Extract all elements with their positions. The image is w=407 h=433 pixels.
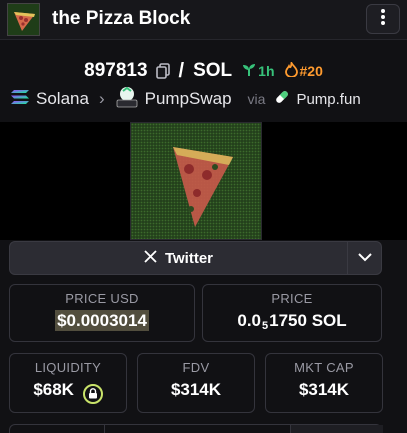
solana-icon — [10, 89, 30, 110]
sprout-icon — [242, 63, 256, 80]
price-usd-value: $0.0003014 — [55, 310, 149, 331]
pair-separator: / — [178, 59, 185, 82]
liquidity-label: LIQUIDITY — [34, 360, 102, 375]
liquidity-card: LIQUIDITY $68K — [9, 353, 127, 413]
pill-icon — [274, 89, 290, 110]
price-usd-label: PRICE USD — [65, 291, 139, 306]
fdv-card: FDV $314K — [137, 353, 255, 413]
kebab-menu-icon — [380, 8, 386, 31]
pair-age-badge: 1h — [242, 63, 275, 80]
chevron-right-icon: › — [98, 89, 105, 108]
fdv-label: FDV — [182, 360, 210, 375]
header-bar: the Pizza Block — [0, 0, 407, 40]
launchpad-name[interactable]: Pump.fun — [296, 91, 360, 108]
chain-name[interactable]: Solana — [36, 89, 89, 109]
social-links-row: Twitter — [9, 241, 382, 275]
flame-icon — [284, 59, 298, 80]
social-dropdown-button[interactable] — [348, 241, 382, 275]
market-cap-card: MKT CAP $314K — [265, 353, 383, 413]
price-native-card: PRICE 0.051750 SOL — [202, 284, 382, 342]
token-logo — [7, 3, 40, 36]
lock-icon[interactable] — [82, 383, 103, 404]
twitter-button[interactable]: Twitter — [9, 241, 348, 275]
copy-icon[interactable] — [155, 63, 170, 79]
more-menu-button[interactable] — [366, 4, 400, 34]
price-native-label: PRICE — [271, 291, 313, 306]
dex-name[interactable]: PumpSwap — [145, 89, 232, 109]
pair-quote-symbol: SOL — [193, 60, 233, 81]
fdv-value: $314K — [170, 380, 222, 399]
banner-image — [130, 122, 262, 240]
pair-row: 897813 / SOL 1h #20 — [0, 58, 407, 84]
token-banner — [0, 122, 407, 240]
twitter-label: Twitter — [164, 249, 214, 267]
trending-rank: #20 — [299, 63, 323, 79]
x-logo-icon — [144, 249, 157, 267]
price-usd-card: PRICE USD $0.0003014 — [9, 284, 195, 342]
trending-rank-badge[interactable]: #20 — [284, 59, 323, 80]
liquidity-value: $68K — [33, 380, 74, 399]
pumpswap-icon — [115, 86, 139, 113]
market-cap-value: $314K — [298, 380, 350, 399]
via-label: via — [247, 91, 266, 107]
pair-age: 1h — [258, 63, 275, 79]
market-cap-label: MKT CAP — [294, 360, 354, 375]
token-title: the Pizza Block — [52, 8, 191, 29]
active-timeframe-tab[interactable] — [291, 425, 383, 433]
timeframe-tabs-strip — [9, 424, 383, 433]
pair-address[interactable]: 897813 — [84, 60, 147, 82]
chevron-down-icon — [357, 249, 372, 267]
chain-breadcrumb: Solana › PumpSwap via Pump.fun — [10, 86, 361, 113]
price-native-value: 0.051750 SOL — [237, 311, 347, 332]
